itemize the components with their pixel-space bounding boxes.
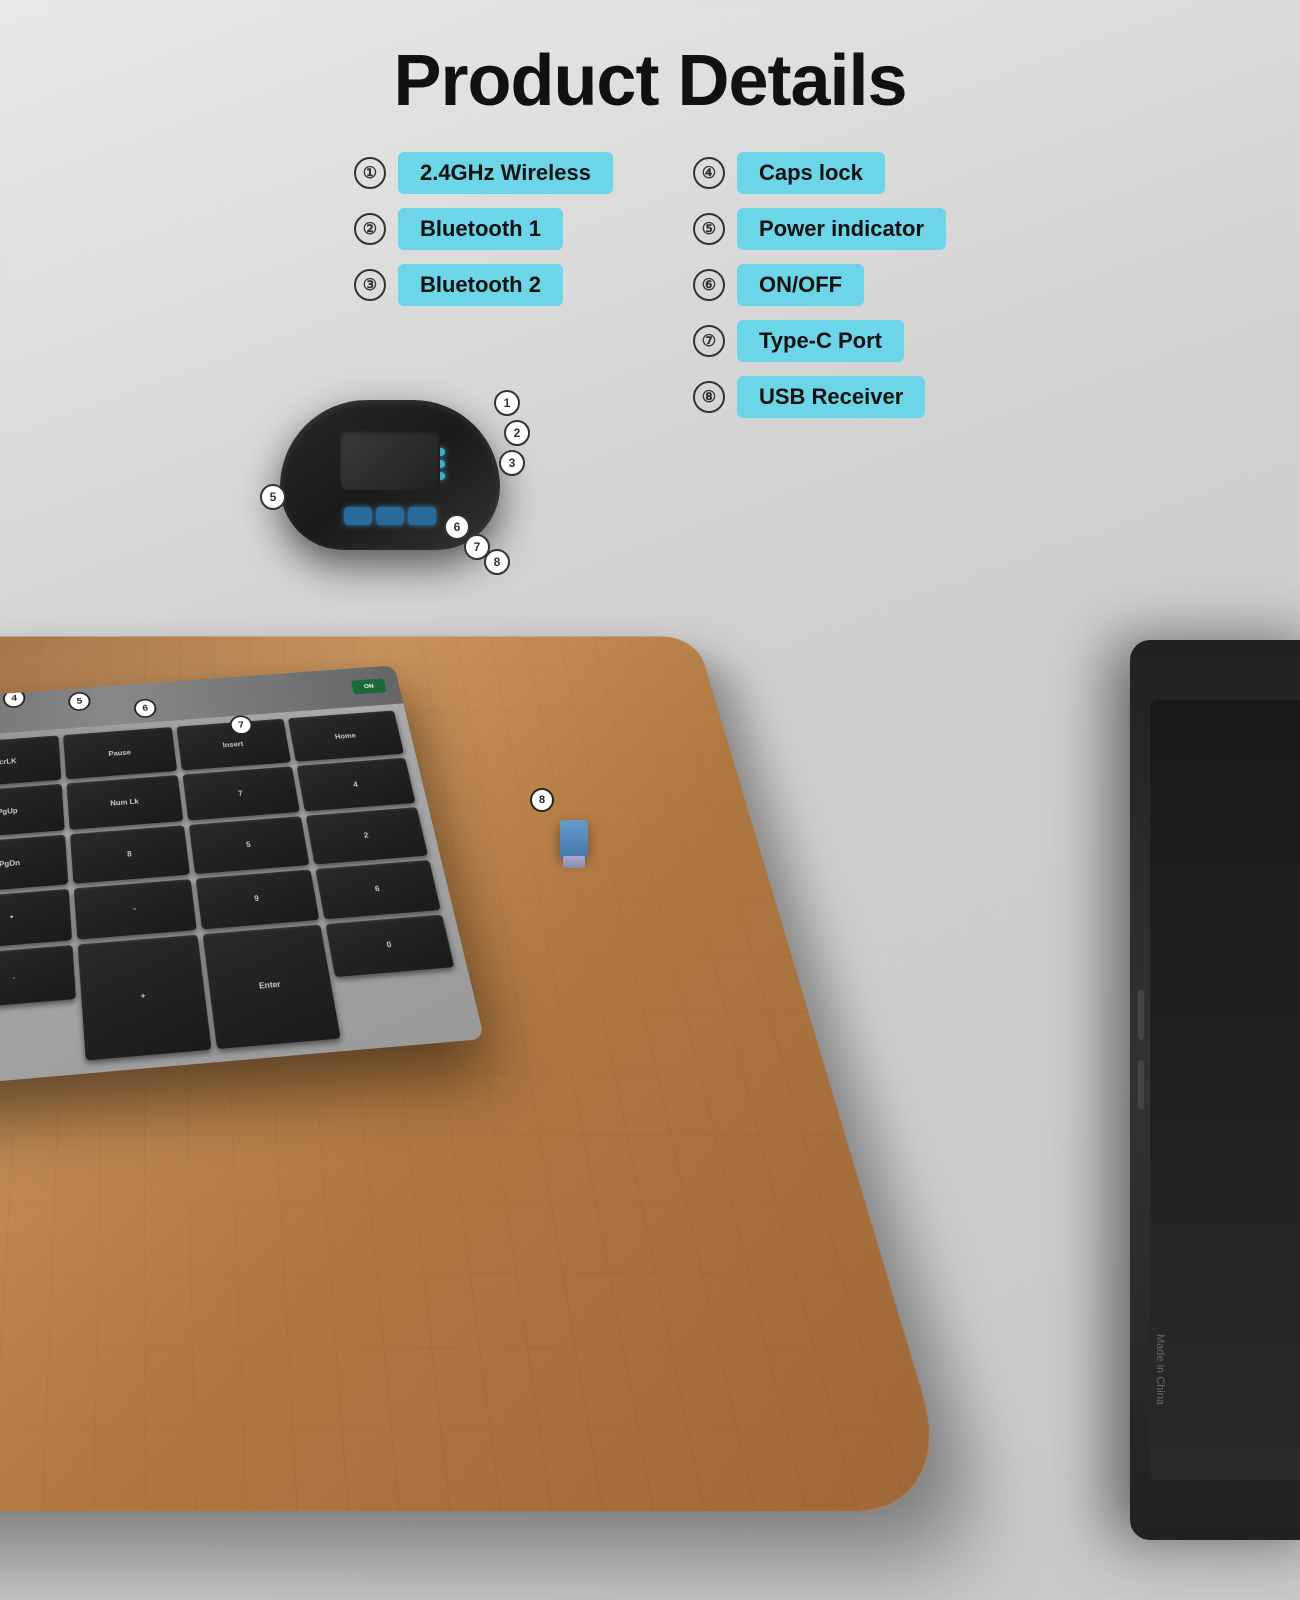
kb-key-8: 8	[70, 826, 189, 884]
usb-connector	[563, 856, 585, 868]
kb-key-2: 2	[305, 807, 427, 864]
product-scene: 1 2 3 5 6 7 8 ON PrtScn ScrLK	[0, 340, 1300, 1600]
kb-key-numlock: Num Lk	[67, 775, 183, 830]
device-button-2	[1138, 1060, 1144, 1110]
usb-callout-8: 8	[530, 788, 554, 812]
num-6: ⑥	[693, 269, 725, 301]
label-row-3: ③ Bluetooth 2	[354, 264, 613, 306]
tag-1: 2.4GHz Wireless	[398, 152, 613, 194]
tag-3: Bluetooth 2	[398, 264, 563, 306]
device-made-in-label: Made in China	[1154, 1334, 1166, 1405]
mouse-callout-2: 2	[504, 420, 530, 446]
mouse-device: 1 2 3 5 6 7 8	[280, 400, 500, 560]
num-1: ①	[354, 157, 386, 189]
kb-key-9: 9	[195, 869, 319, 929]
mouse-led-1	[437, 448, 445, 456]
mouse-callout-8: 8	[484, 549, 510, 575]
keyboard-keys-grid: PrtScn ScrLK Pause Insert Home End PgUp …	[0, 710, 469, 1083]
mouse-callout-3: 3	[499, 450, 525, 476]
num-5: ⑤	[693, 213, 725, 245]
num-4: ④	[693, 157, 725, 189]
mouse-btn-1	[344, 507, 372, 525]
kb-key-home: Home	[288, 710, 404, 761]
kb-key-star: *	[0, 888, 73, 949]
kb-key-5: 5	[188, 816, 309, 873]
mouse-led-3	[437, 472, 445, 480]
page-title: Product Details	[0, 0, 1300, 122]
mouse-btn-2	[376, 507, 404, 525]
mouse-leds	[437, 448, 445, 480]
usb-body	[560, 820, 588, 858]
num-2: ②	[354, 213, 386, 245]
kb-key-minus: -	[74, 879, 196, 940]
num-3: ③	[354, 269, 386, 301]
label-row-1: ① 2.4GHz Wireless	[354, 152, 613, 194]
tag-5: Power indicator	[737, 208, 946, 250]
mouse-btn-3	[408, 507, 436, 525]
kb-key-6: 6	[315, 859, 441, 919]
onoff-switch: ON	[351, 678, 387, 694]
kb-key-plus: +	[78, 934, 211, 1060]
label-row-2: ② Bluetooth 1	[354, 208, 613, 250]
tag-4: Caps lock	[737, 152, 885, 194]
kb-key-scrlk: ScrLK	[0, 735, 62, 788]
label-row-6: ⑥ ON/OFF	[693, 264, 946, 306]
kb-key-0: 0	[325, 914, 454, 977]
device-button-1	[1138, 990, 1144, 1040]
mouse-buttons	[344, 507, 436, 525]
kb-key-enter: Enter	[202, 924, 340, 1049]
device-screen	[1150, 700, 1300, 1480]
tag-6: ON/OFF	[737, 264, 864, 306]
mouse-callout-6: 6	[444, 514, 470, 540]
mouse-callout-5: 5	[260, 484, 286, 510]
kb-key-4: 4	[296, 758, 415, 812]
kb-key-pgdn: PgDn	[0, 835, 69, 893]
kb-key-pause: Pause	[63, 727, 176, 779]
kb-key-7: 7	[182, 766, 300, 820]
mouse-led-2	[437, 460, 445, 468]
mouse-power-indicator	[365, 445, 381, 461]
usb-receiver: 8	[560, 820, 588, 882]
kb-key-pgup: PgUp	[0, 784, 65, 839]
label-row-4: ④ Caps lock	[693, 152, 946, 194]
label-row-5: ⑤ Power indicator	[693, 208, 946, 250]
tag-2: Bluetooth 1	[398, 208, 563, 250]
mouse-callout-1: 1	[494, 390, 520, 416]
right-device: Made in China	[1130, 640, 1300, 1540]
kb-key-dot: .	[0, 945, 76, 1009]
